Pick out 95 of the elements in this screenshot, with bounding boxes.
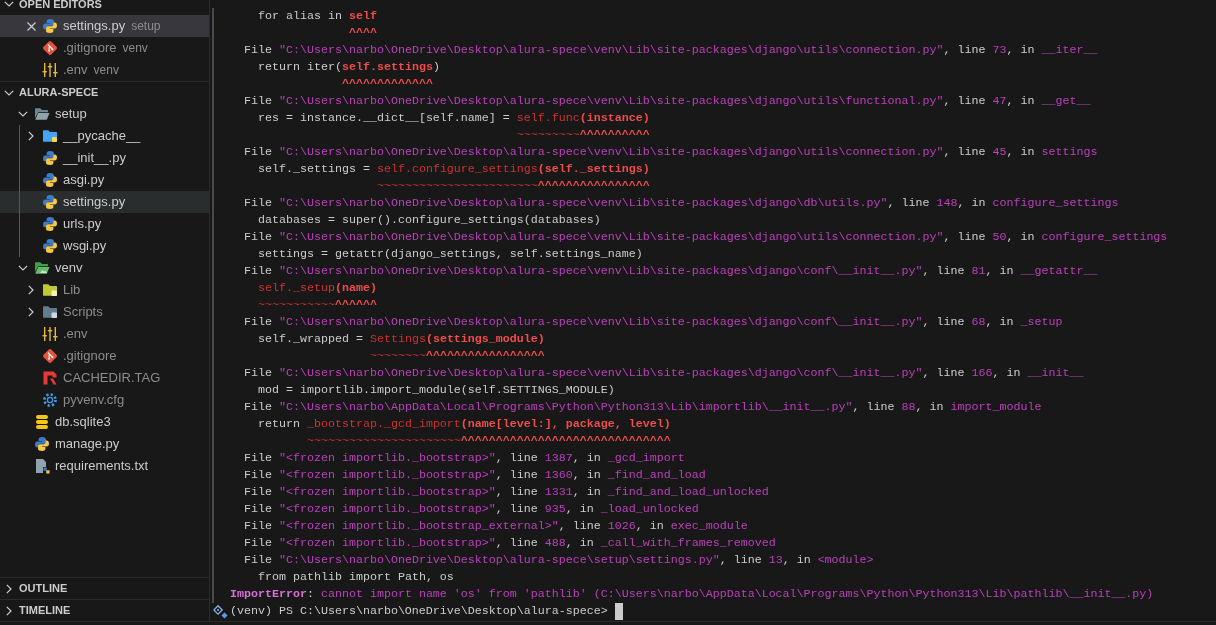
error-marker: ~~~~~~~~~~~~~~~~~~~~~~~^^^^^^^^^^^^^^^^ [376, 179, 650, 193]
chevron-down-icon[interactable] [18, 111, 28, 117]
traceback-location: File "C:\Users\narbo\OneDrive\Desktop\alura-spece\venv\Lib\site-packages\django\utils\connection.py", line 73, in __iter__ [244, 43, 1098, 57]
source-code-line: return iter(self.settings) [258, 60, 440, 74]
chevron-right-icon[interactable] [28, 131, 34, 141]
python-icon [42, 150, 58, 166]
python-icon [42, 216, 58, 232]
source-code-line: self._settings = self.configure_settings(self._settings) [258, 162, 650, 176]
gear-icon [42, 392, 58, 408]
source-code-line: settings = getattr(django_settings, self.settings_name) [258, 247, 643, 261]
error-marker: ~~~~~~~~^^^^^^^^^^^^^^^^^ [369, 349, 545, 363]
sliders-icon [42, 326, 58, 342]
source-code-line: for alias in self [258, 9, 377, 23]
database-icon [34, 414, 50, 430]
chevron-down-icon[interactable] [18, 265, 28, 271]
file-item[interactable]: CACHEDIR.TAG [0, 367, 209, 389]
source-code-line: res = instance.__dict__[self.name] = self.func(instance) [258, 111, 650, 125]
file-item[interactable]: urls.py [0, 213, 209, 235]
traceback-location: File "<frozen importlib._bootstrap>", line 488, in _call_with_frames_removed [244, 536, 776, 550]
traceback-location: File "<frozen importlib._bootstrap>", line 935, in _load_unlocked [244, 502, 699, 516]
source-code-line: self._wrapped = Settings(settings_module) [258, 332, 545, 346]
file-item[interactable]: manage.py [0, 433, 209, 455]
python-icon [42, 238, 58, 254]
traceback-location: File "<frozen importlib._bootstrap>", line 1360, in _find_and_load [244, 468, 706, 482]
folder-item[interactable]: Scripts [0, 301, 209, 323]
section-header[interactable]: TIMELINE [4, 599, 71, 621]
source-code-line: databases = super().configure_settings(databases) [258, 213, 601, 227]
close-icon[interactable] [26, 21, 36, 31]
source-code-line: self._setup(name) [258, 281, 377, 295]
folder-icon [42, 304, 58, 320]
file-item[interactable]: pyvenv.cfg [0, 389, 209, 411]
open-editor-item[interactable]: settings.py setup [0, 15, 209, 37]
file-item[interactable]: __init__.py [0, 147, 209, 169]
traceback-location: File "C:\Users\narbo\OneDrive\Desktop\alura-spece\venv\Lib\site-packages\django\db\utils.py", line 148, in configure_settings [244, 196, 1119, 210]
traceback-location: File "C:\Users\narbo\OneDrive\Desktop\alura-spece\venv\Lib\site-packages\django\utils\functional.py", line 47, in __get__ [244, 94, 1091, 108]
section-header[interactable]: OUTLINE [4, 577, 68, 600]
chevron-right-icon[interactable] [6, 583, 12, 594]
python-icon [42, 194, 58, 210]
section-header[interactable]: ALURA-SPECE [4, 81, 99, 104]
folder-hint: setup [131, 18, 161, 35]
file-item[interactable]: settings.py [0, 191, 209, 213]
file-item[interactable]: asgi.py [0, 169, 209, 191]
folder-hint: venv [93, 62, 119, 79]
file-item[interactable]: requirements.txt [0, 455, 209, 477]
traceback-location: File "C:\Users\narbo\OneDrive\Desktop\alura-spece\venv\Lib\site-packages\django\conf\__init__.py", line 166, in __init__ [244, 366, 1084, 380]
file-item[interactable]: .gitignore [0, 345, 209, 367]
error-marker: ^^^^^^^^^^^^^ [341, 77, 433, 91]
git-icon [42, 348, 58, 364]
git-icon [42, 40, 58, 56]
chevron-right-icon[interactable] [28, 307, 34, 317]
open-editor-item[interactable]: .env venv [0, 59, 209, 81]
python-icon [34, 436, 50, 452]
traceback-location: File "<frozen importlib._bootstrap>", line 1331, in _find_and_load_unlocked [244, 485, 769, 499]
file-item[interactable]: .env [0, 323, 209, 345]
source-code-line: mod = importlib.import_module(self.SETTINGS_MODULE) [258, 383, 615, 397]
traceback-location: File "C:\Users\narbo\OneDrive\Desktop\alura-spece\venv\Lib\site-packages\django\conf\__init__.py", line 68, in _setup [244, 315, 1063, 329]
folder-item[interactable]: __pycache__ [0, 125, 209, 147]
source-code-line: return _bootstrap._gcd_import(name[level:], package, level) [258, 417, 671, 431]
folder-icon [34, 260, 50, 276]
traceback-location: File "C:\Users\narbo\OneDrive\Desktop\alura-spece\setup\settings.py", line 13, in <module> [244, 553, 874, 567]
chevron-down-icon[interactable] [4, 1, 14, 7]
error-marker: ~~~~~~~~~~~~~~~~~~~~~~^^^^^^^^^^^^^^^^^^^^^^^^^^^^^^ [306, 434, 671, 448]
diamond-icon[interactable] [212, 604, 228, 619]
error-marker: ^^^^ [348, 26, 377, 40]
file-item[interactable]: wsgi.py [0, 235, 209, 257]
sliders-icon [42, 62, 58, 78]
traceback-location: File "C:\Users\narbo\AppData\Local\Programs\Python\Python313\Lib\importlib\__init__.py", line 88, in import_module [244, 400, 1042, 414]
file-item[interactable]: db.sqlite3 [0, 411, 209, 433]
traceback-location: File "<frozen importlib._bootstrap_external>", line 1026, in exec_module [244, 519, 748, 533]
traceback-location: File "C:\Users\narbo\OneDrive\Desktop\alura-spece\venv\Lib\site-packages\django\conf\__init__.py", line 81, in __getattr__ [244, 264, 1098, 278]
python-icon [42, 172, 58, 188]
folder-hint: venv [122, 40, 148, 57]
folder-icon [42, 128, 58, 144]
chevron-down-icon[interactable] [4, 89, 14, 96]
chevron-right-icon[interactable] [6, 605, 12, 616]
folder-item[interactable]: Lib [0, 279, 209, 301]
traceback-location: File "<frozen importlib._bootstrap>", line 1387, in _gcd_import [244, 451, 685, 465]
error-marker: ~~~~~~~~~~~^^^^^^ [258, 298, 377, 312]
text-cursor [614, 603, 623, 620]
source-code-line: from pathlib import Path, os [258, 570, 454, 584]
folder-item[interactable]: setup [0, 103, 209, 125]
traceback-location: File "C:\Users\narbo\OneDrive\Desktop\alura-spece\venv\Lib\site-packages\django\utils\connection.py", line 45, in settings [244, 145, 1098, 159]
open-editor-item[interactable]: .gitignore venv [0, 37, 209, 59]
tag-icon [42, 370, 58, 386]
traceback-location: File "C:\Users\narbo\OneDrive\Desktop\alura-spece\venv\Lib\site-packages\django\utils\connection.py", line 50, in configure_settings [244, 230, 1168, 244]
chevron-right-icon[interactable] [28, 285, 34, 295]
shell-prompt: (venv) PS C:\Users\narbo\OneDrive\Desktop\alura-spece> [230, 603, 608, 620]
python-icon [42, 18, 58, 34]
folder-icon [34, 106, 50, 122]
folder-item[interactable]: venv [0, 257, 209, 279]
document-icon [34, 458, 50, 474]
section-header[interactable]: OPEN EDITORS [4, 0, 102, 15]
folder-icon [42, 282, 58, 298]
error-marker: ~~~~~~~~~^^^^^^^^^^ [516, 128, 650, 142]
error-message: ImportError: cannot import name 'os' from 'pathlib' (C:\Users\narbo\AppData\Local\Programs\Python\Python313\Lib\pathlib\__init__.py) [230, 587, 1154, 601]
